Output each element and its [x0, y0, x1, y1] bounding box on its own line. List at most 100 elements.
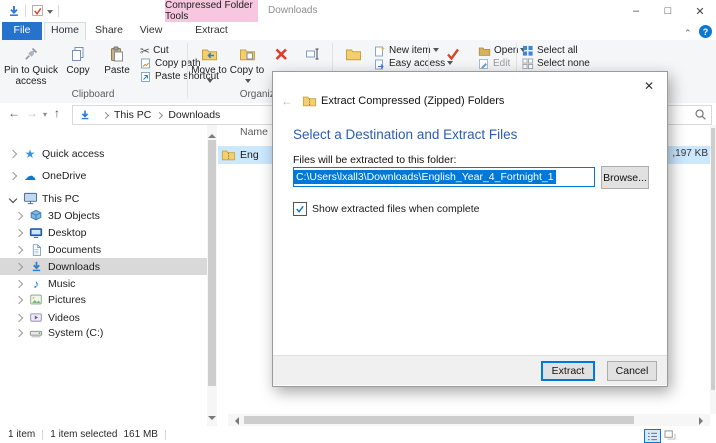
sidebar-item-documents[interactable]: Documents	[0, 241, 207, 258]
music-note-icon: ♪	[33, 276, 39, 291]
open-button[interactable]: Open	[478, 44, 527, 57]
cloud-icon: ☁	[24, 168, 36, 183]
show-files-checkbox-label[interactable]: Show extracted files when complete	[312, 203, 480, 215]
large-icons-view-button[interactable]	[662, 429, 677, 441]
extract-button[interactable]: Extract	[541, 361, 595, 381]
expander-icon[interactable]	[14, 313, 24, 322]
navigation-pane: ★ Quick access ☁ OneDrive This PC 3D Obj…	[0, 125, 207, 428]
filelist-scrollbar-thumb[interactable]	[711, 128, 715, 390]
rename-icon	[305, 44, 321, 64]
delete-button[interactable]	[266, 44, 296, 65]
status-separator	[164, 429, 166, 440]
move-to-button[interactable]: Move to	[190, 44, 228, 87]
copy-button[interactable]: Copy	[60, 44, 96, 76]
checkmark-icon	[296, 205, 304, 213]
copy-icon	[70, 44, 86, 64]
copy-to-button[interactable]: Copy to	[228, 44, 266, 87]
expander-icon[interactable]	[8, 149, 18, 158]
minimize-button[interactable]: –	[620, 0, 652, 22]
recent-locations-caret-icon[interactable]: ▾	[43, 110, 47, 119]
dialog-back-icon[interactable]: ←	[281, 94, 293, 108]
collapse-ribbon-icon[interactable]: ⌃	[684, 28, 692, 39]
properties-button[interactable]	[432, 44, 474, 65]
expander-icon[interactable]	[14, 228, 24, 237]
sidebar-item-downloads[interactable]: Downloads	[0, 258, 207, 275]
qat-separator	[25, 5, 26, 17]
explorer-window: { "titlebar": { "contextual_tab_group": …	[0, 0, 716, 443]
horizontal-scrollbar-thumb[interactable]	[244, 416, 634, 424]
destination-field-label: Files will be extracted to this folder:	[293, 154, 457, 166]
extract-dialog: ✕ ← Extract Compressed (Zipped) Folders …	[272, 71, 668, 387]
paste-button[interactable]: Paste	[98, 44, 136, 76]
sidebar-item-desktop[interactable]: Desktop	[0, 224, 207, 241]
scroll-down-icon[interactable]	[208, 416, 216, 424]
rename-button[interactable]	[296, 44, 330, 65]
cut-button[interactable]: ✂ Cut	[140, 44, 169, 57]
tab-home[interactable]: Home	[44, 22, 86, 41]
breadcrumb-this-pc[interactable]: This PC	[114, 109, 151, 121]
scroll-left-icon[interactable]	[231, 417, 239, 425]
close-button[interactable]: ✕	[684, 0, 716, 22]
sidebar-item-3d-objects[interactable]: 3D Objects	[0, 207, 207, 224]
destination-path-input[interactable]: C:\Users\lxall3\Downloads\English_Year_4…	[293, 167, 595, 187]
file-name: Eng	[240, 149, 259, 161]
sidebar-item-onedrive[interactable]: ☁ OneDrive	[0, 167, 207, 184]
help-icon[interactable]: ?	[699, 25, 712, 38]
tab-file[interactable]: File	[2, 22, 42, 40]
expander-icon[interactable]	[14, 295, 24, 304]
select-none-button[interactable]: Select none	[522, 57, 590, 70]
breadcrumb-chevron-icon	[156, 111, 164, 119]
browse-button[interactable]: Browse...	[601, 166, 649, 189]
breadcrumb-downloads[interactable]: Downloads	[168, 109, 220, 121]
sidebar-scrollbar-thumb[interactable]	[208, 140, 216, 386]
delete-icon	[273, 44, 289, 64]
zip-folder-icon	[301, 93, 317, 109]
new-folder-button[interactable]	[336, 44, 370, 65]
monitor-icon	[28, 225, 44, 241]
sidebar-item-music[interactable]: ♪ Music	[0, 275, 207, 292]
easy-access-icon	[374, 58, 386, 70]
paste-shortcut-icon	[140, 71, 152, 83]
up-icon[interactable]: ↑	[54, 106, 60, 120]
qat-properties-button[interactable]	[31, 4, 44, 17]
sidebar-item-pictures[interactable]: Pictures	[0, 291, 207, 308]
qat-dropdown-caret-icon[interactable]	[47, 8, 53, 20]
paste-icon	[109, 44, 125, 64]
show-files-checkbox[interactable]	[293, 202, 307, 216]
cube-icon	[28, 208, 44, 224]
status-bar: 1 item 1 item selected 161 MB	[0, 428, 716, 441]
picture-icon	[28, 292, 44, 308]
select-all-button[interactable]: Select all	[522, 44, 578, 57]
back-icon[interactable]: ←	[8, 106, 20, 120]
document-icon	[28, 242, 44, 258]
scroll-right-icon[interactable]	[699, 417, 707, 425]
dialog-title: Extract Compressed (Zipped) Folders	[321, 95, 505, 107]
forward-icon[interactable]: →	[26, 106, 38, 120]
computer-icon	[22, 191, 38, 207]
expander-icon[interactable]	[14, 279, 24, 288]
maximize-button[interactable]: □	[652, 0, 684, 22]
expander-icon[interactable]	[14, 262, 24, 271]
expander-icon[interactable]	[14, 245, 24, 254]
cancel-button[interactable]: Cancel	[607, 361, 657, 381]
download-arrow-icon	[28, 259, 44, 275]
app-downloads-icon	[7, 4, 21, 18]
tab-extract[interactable]: Extract	[165, 22, 258, 40]
sidebar-item-system-c[interactable]: System (C:)	[0, 324, 207, 341]
edit-button[interactable]: Edit	[478, 57, 510, 70]
contextual-tab-group-label: Compressed Folder Tools	[165, 0, 258, 22]
pin-to-quick-access-button[interactable]: Pin to Quick access	[4, 44, 58, 87]
expander-icon[interactable]	[14, 328, 24, 337]
qat-separator	[58, 5, 59, 17]
sidebar-item-quick-access[interactable]: ★ Quick access	[0, 145, 207, 162]
status-separator	[42, 429, 44, 440]
expander-icon[interactable]	[8, 171, 18, 180]
expander-open-icon[interactable]	[8, 194, 18, 203]
tab-share[interactable]: Share	[88, 22, 130, 40]
new-item-icon	[374, 45, 386, 57]
sidebar-item-this-pc[interactable]: This PC	[0, 190, 207, 207]
expander-icon[interactable]	[14, 211, 24, 220]
scroll-up-icon[interactable]	[208, 130, 216, 138]
clipboard-group-label: Clipboard	[71, 89, 115, 100]
dialog-close-icon[interactable]: ✕	[635, 75, 663, 97]
